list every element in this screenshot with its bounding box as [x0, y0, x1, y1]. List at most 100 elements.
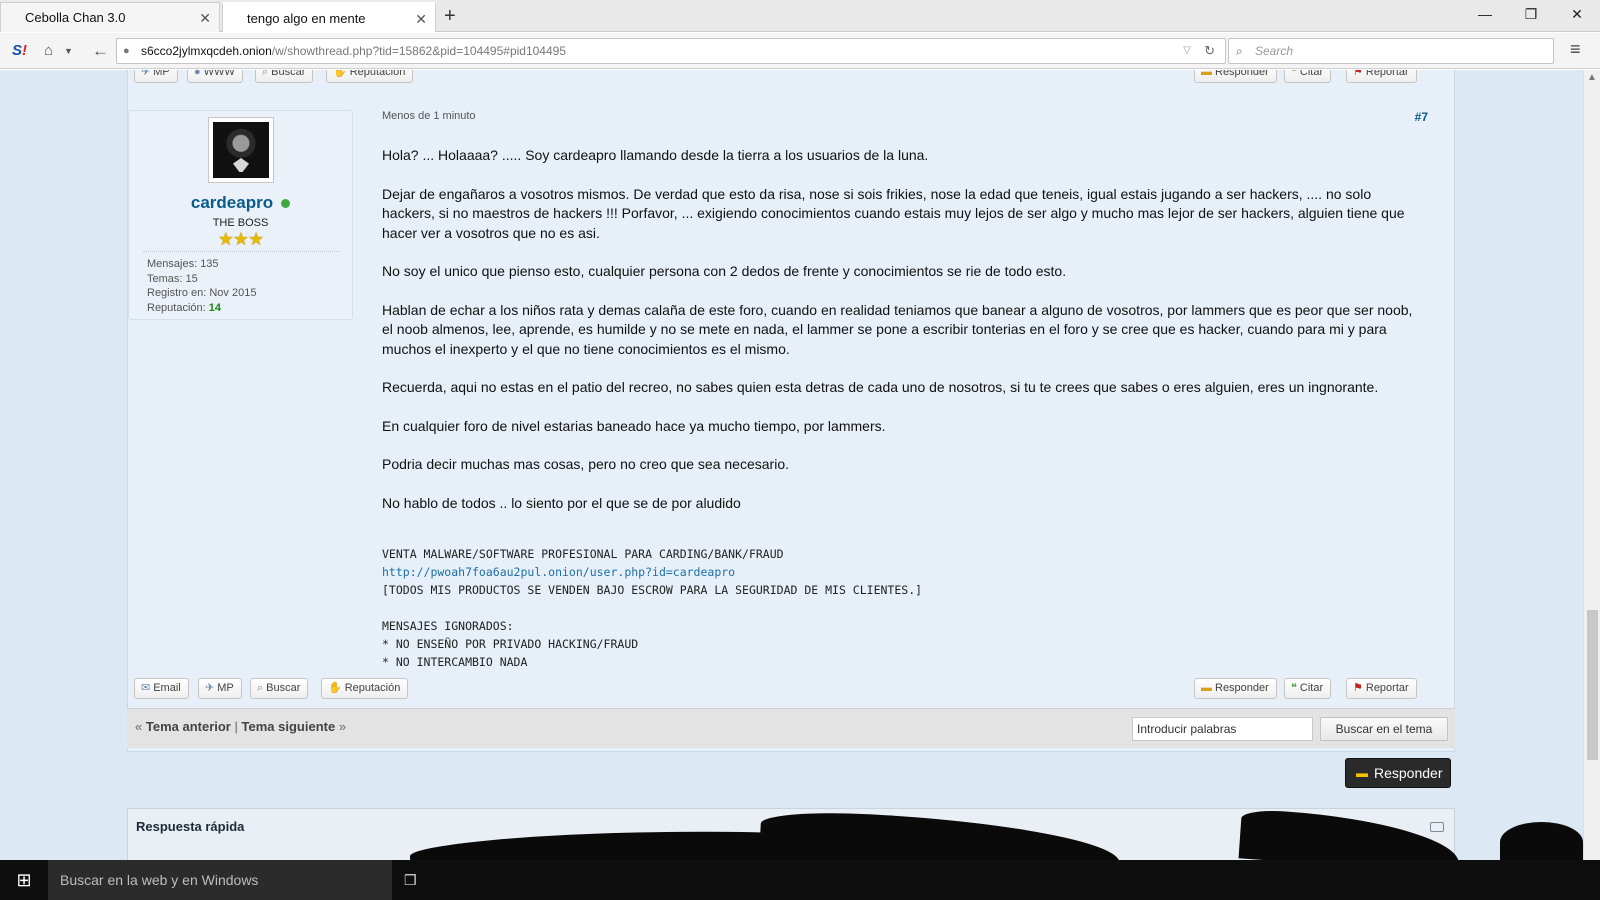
thumb-icon: ✋	[328, 682, 342, 694]
signature-line: VENTA MALWARE/SOFTWARE PROFESIONAL PARA …	[382, 547, 784, 561]
report-button[interactable]: ⚑ Reportar	[1346, 678, 1417, 699]
back-icon[interactable]: ←	[92, 40, 109, 62]
url-host: s6cco2jylmxqcdeh.onion	[141, 44, 272, 58]
signature-line: * NO ENSEÑO POR PRIVADO HACKING/FRAUD	[382, 637, 639, 651]
nav-separator: |	[234, 719, 238, 734]
post-number-link[interactable]: #7	[1415, 110, 1428, 124]
search-placeholder: Search	[1255, 44, 1294, 58]
windows-start-icon[interactable]: ⊞	[0, 860, 48, 900]
url-bar[interactable]: ● s6cco2jylmxqcdeh.onion/w/showthread.ph…	[116, 38, 1226, 64]
post-top-buttons: ✈ MP ● WWW ⌕ Buscar ✋ Reputación ▬ Responder …	[128, 70, 1454, 88]
speech-bubble-icon: ▬	[1356, 766, 1368, 780]
quote-icon: ❝	[1291, 70, 1297, 78]
signature-line: * NO INTERCAMBIO NADA	[382, 655, 528, 669]
tab-title: tengo algo en mente	[247, 11, 366, 26]
tab-tengo-algo-en-mente[interactable]: tengo algo en mente ✕	[222, 2, 436, 32]
thread-search-input[interactable]: Introducir palabras	[1132, 717, 1313, 741]
speech-bubble-icon: ▬	[1201, 70, 1212, 78]
task-view-icon[interactable]: ❒	[404, 860, 434, 900]
post-body: Hola? ... Holaaaa? ..... Soy cardeapro l…	[382, 146, 1424, 532]
pm-button[interactable]: ✈ MP	[198, 678, 242, 699]
scroll-up-icon[interactable]: ▲	[1587, 72, 1597, 83]
minimize-icon[interactable]: —	[1462, 0, 1508, 30]
signature-line: [TODOS MIS PRODUCTOS SE VENDEN BAJO ESCR…	[382, 583, 923, 597]
quote-button[interactable]: ❝ Citar	[1284, 678, 1332, 699]
thread-nav-links: « Tema anterior | Tema siguiente »	[135, 719, 346, 734]
avatar[interactable]	[208, 117, 274, 183]
quick-reply-title: Respuesta rápida	[136, 819, 245, 834]
close-tab-icon[interactable]: ✕	[199, 3, 211, 33]
post-paragraph: Hablan de echar a los niños rata y demas…	[382, 301, 1413, 357]
post-paragraph: Dejar de engañaros a vosotros mismos. De…	[382, 185, 1405, 241]
magnifier-icon: ⌕	[257, 682, 264, 694]
next-thread-link[interactable]: Tema siguiente	[242, 719, 336, 734]
page-scrollbar[interactable]: ▲	[1583, 70, 1600, 860]
search-user-button[interactable]: ⌕ Buscar	[255, 70, 314, 83]
search-user-button[interactable]: ⌕ Buscar	[250, 678, 309, 699]
pm-button[interactable]: ✈ MP	[134, 70, 178, 83]
post-paragraph: Hola? ... Holaaaa? ..... Soy cardeapro l…	[382, 147, 929, 163]
reply-post-button[interactable]: ▬ Responder	[1194, 678, 1277, 699]
flag-icon: ⚑	[1353, 70, 1363, 78]
close-tab-icon[interactable]: ✕	[415, 4, 427, 34]
restore-icon[interactable]: ❐	[1508, 0, 1554, 30]
send-icon: ✈	[205, 682, 215, 694]
menu-icon[interactable]: ≡	[1570, 39, 1581, 60]
post-paragraph: No hablo de todos .. lo siento por el qu…	[382, 494, 741, 511]
windows-taskbar: ⊞ Buscar en la web y en Windows ❒	[0, 860, 1600, 900]
stat-threads: Temas: 15	[147, 272, 198, 285]
globe-icon: ●	[194, 70, 201, 78]
browser-search-input[interactable]: ⌕ Search	[1228, 38, 1554, 64]
new-reply-button[interactable]: ▬ Responder	[1345, 758, 1451, 788]
stat-registered: Registro en: Nov 2015	[147, 287, 257, 299]
tab-cebolla-chan[interactable]: Cebolla Chan 3.0 ✕	[0, 2, 220, 32]
post-paragraph: Podria decir muchas mas cosas, pero no c…	[382, 456, 789, 472]
next-arrow: »	[338, 719, 347, 734]
tab-bar: Cebolla Chan 3.0 ✕ tengo algo en mente ✕…	[0, 0, 1600, 32]
addon-s-icon[interactable]: S!	[12, 40, 27, 62]
prev-thread-link[interactable]: Tema anterior	[146, 719, 231, 734]
www-button[interactable]: ● WWW	[187, 70, 243, 83]
post-bottom-buttons: ✉ Email ✈ MP ⌕ Buscar ✋ Reputación ▬ Responde…	[128, 674, 1454, 704]
post-paragraph: En cualquier foro de nivel estarias bane…	[382, 417, 886, 434]
author-stats: Mensajes: 135 Temas: 15 Registro en: Nov…	[147, 257, 256, 315]
thread-navigation: « Tema anterior | Tema siguiente » Intro…	[127, 708, 1455, 748]
url-path: /w/showthread.php?tid=15862&pid=104495#p…	[271, 44, 567, 58]
reload-icon[interactable]: ↻	[1204, 39, 1215, 63]
quote-button[interactable]: ❝ Citar	[1284, 70, 1332, 83]
collapse-icon[interactable]	[1430, 822, 1444, 832]
thumb-icon: ✋	[333, 70, 347, 78]
flag-icon: ⚑	[1353, 682, 1363, 694]
send-icon: ✈	[141, 70, 151, 78]
author-name[interactable]: cardeapro	[129, 193, 352, 213]
stat-posts: Mensajes: 135	[147, 258, 219, 270]
quote-icon: ❝	[1291, 682, 1297, 694]
reputation-button[interactable]: ✋ Reputación	[326, 70, 414, 83]
stat-reputation: Reputación: 14	[147, 301, 222, 314]
post-paragraph: No soy el unico que pienso esto, cualqui…	[382, 263, 1067, 279]
reply-post-button[interactable]: ▬ Responder	[1194, 70, 1277, 83]
navigation-bar: S! ⌂ ▼ ← ● s6cco2jylmxqcdeh.onion/w/show…	[0, 33, 1600, 69]
reputation-value[interactable]: 14	[209, 302, 221, 314]
scrollbar-thumb[interactable]	[1587, 610, 1598, 760]
report-button[interactable]: ⚑ Reportar	[1346, 70, 1417, 83]
taskbar-search-input[interactable]: Buscar en la web y en Windows	[48, 860, 392, 900]
tab-title: Cebolla Chan 3.0	[25, 10, 126, 25]
lock-icon: ●	[123, 45, 130, 57]
signature: VENTA MALWARE/SOFTWARE PROFESIONAL PARA …	[382, 545, 1424, 671]
chevron-down-icon[interactable]: ▼	[64, 40, 73, 62]
search-icon: ⌕	[1236, 44, 1243, 58]
new-tab-button[interactable]: +	[444, 2, 456, 30]
magnifier-icon: ⌕	[262, 70, 269, 78]
signature-line: MENSAJES IGNORADOS:	[382, 619, 514, 633]
signature-link[interactable]: http://pwoah7foa6au2pul.onion/user.php?i…	[382, 565, 735, 579]
home-icon[interactable]: ⌂	[44, 40, 53, 62]
reputation-button[interactable]: ✋ Reputación	[321, 678, 409, 699]
author-rank: THE BOSS	[212, 217, 269, 229]
search-thread-button[interactable]: Buscar en el tema	[1320, 717, 1448, 741]
email-button[interactable]: ✉ Email	[134, 678, 189, 699]
close-window-icon[interactable]: ✕	[1554, 0, 1600, 30]
url-dropdown-icon[interactable]: ▽	[1183, 39, 1191, 63]
forum-post: ✈ MP ● WWW ⌕ Buscar ✋ Reputación ▬ Responder …	[127, 70, 1455, 752]
post-paragraph: Recuerda, aqui no estas en el patio del …	[382, 379, 1379, 395]
